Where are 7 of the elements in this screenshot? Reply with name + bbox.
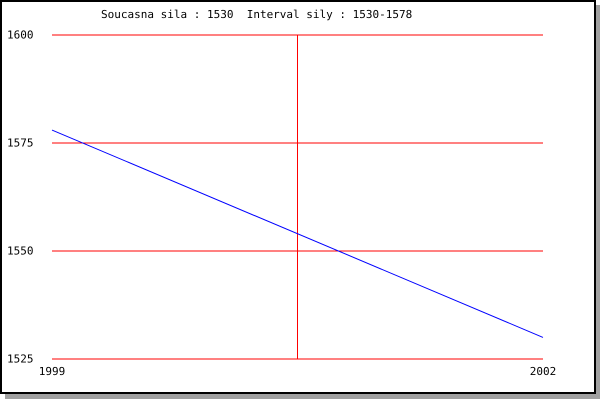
chart-title: Soucasna sila : 1530 Interval sily : 1530-1578 <box>101 8 412 21</box>
x-tick-label: 2002 <box>530 365 556 378</box>
y-tick-label: 1600 <box>7 28 34 42</box>
x-tick-label: 1999 <box>38 365 66 378</box>
y-tick-label: 1575 <box>7 136 34 150</box>
y-tick-label: 1525 <box>7 352 34 366</box>
y-tick-label: 1550 <box>7 244 34 258</box>
